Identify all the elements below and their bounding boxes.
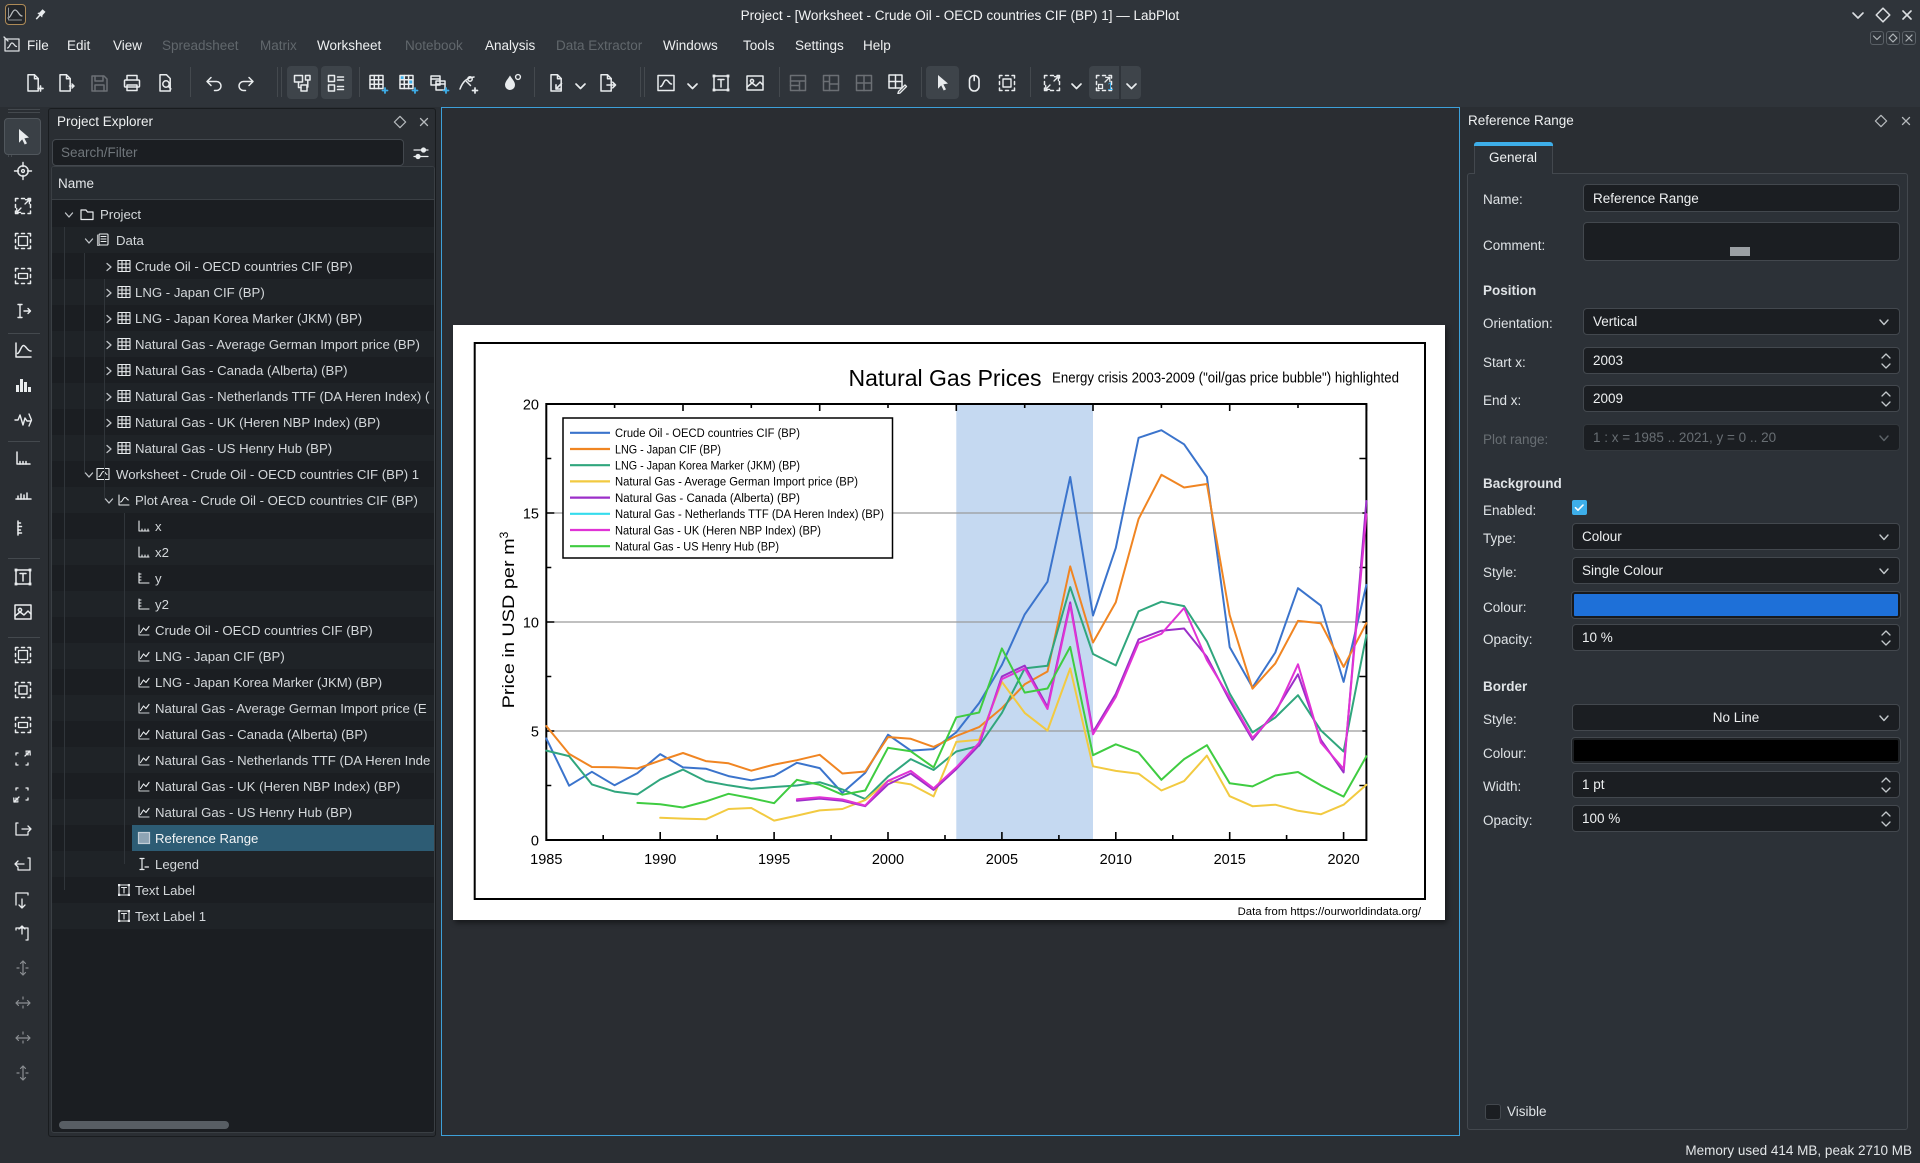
svg-text:0: 0 [531, 834, 539, 850]
svg-text:Natural Gas - Netherlands TTF: Natural Gas - Netherlands TTF (DA Heren … [615, 507, 884, 521]
svg-text:LNG - Japan CIF (BP): LNG - Japan CIF (BP) [615, 442, 721, 456]
svg-text:1: 1 [1107, 81, 1113, 93]
svg-text:5: 5 [531, 725, 539, 741]
svg-text:Crude Oil - OECD countries CIF: Crude Oil - OECD countries CIF (BP) [615, 426, 800, 440]
svg-text:Natural Gas - Average German I: Natural Gas - Average German Import pric… [615, 475, 858, 489]
svg-text:Natural Gas - UK (Heren NBP In: Natural Gas - UK (Heren NBP Index) (BP) [615, 523, 821, 537]
svg-text:Price in USD per m3: Price in USD per m3 [497, 531, 518, 708]
svg-text:Natural Gas Prices: Natural Gas Prices [848, 365, 1041, 391]
svg-text:1995: 1995 [758, 852, 790, 868]
svg-text:Data from https://ourworldinda: Data from https://ourworldindata.org/ [1238, 906, 1422, 918]
svg-text:Natural Gas - Canada (Alberta): Natural Gas - Canada (Alberta) (BP) [615, 491, 800, 505]
svg-text:2010: 2010 [1100, 852, 1132, 868]
svg-text:Natural Gas - US Henry Hub (BP: Natural Gas - US Henry Hub (BP) [615, 540, 779, 554]
svg-text:2020: 2020 [1327, 852, 1359, 868]
svg-text:1985: 1985 [530, 852, 562, 868]
svg-text:10: 10 [523, 616, 539, 632]
svg-text:Energy crisis 2003-2009 ("oil/: Energy crisis 2003-2009 ("oil/gas price … [1052, 371, 1399, 387]
svg-text:1990: 1990 [644, 852, 676, 868]
svg-text:20: 20 [523, 398, 539, 414]
svg-text:15: 15 [523, 507, 539, 523]
svg-text:LNG - Japan Korea Marker (JKM): LNG - Japan Korea Marker (JKM) (BP) [615, 459, 800, 473]
svg-text:2015: 2015 [1214, 852, 1246, 868]
svg-text:2005: 2005 [986, 852, 1018, 868]
svg-text:2000: 2000 [872, 852, 904, 868]
